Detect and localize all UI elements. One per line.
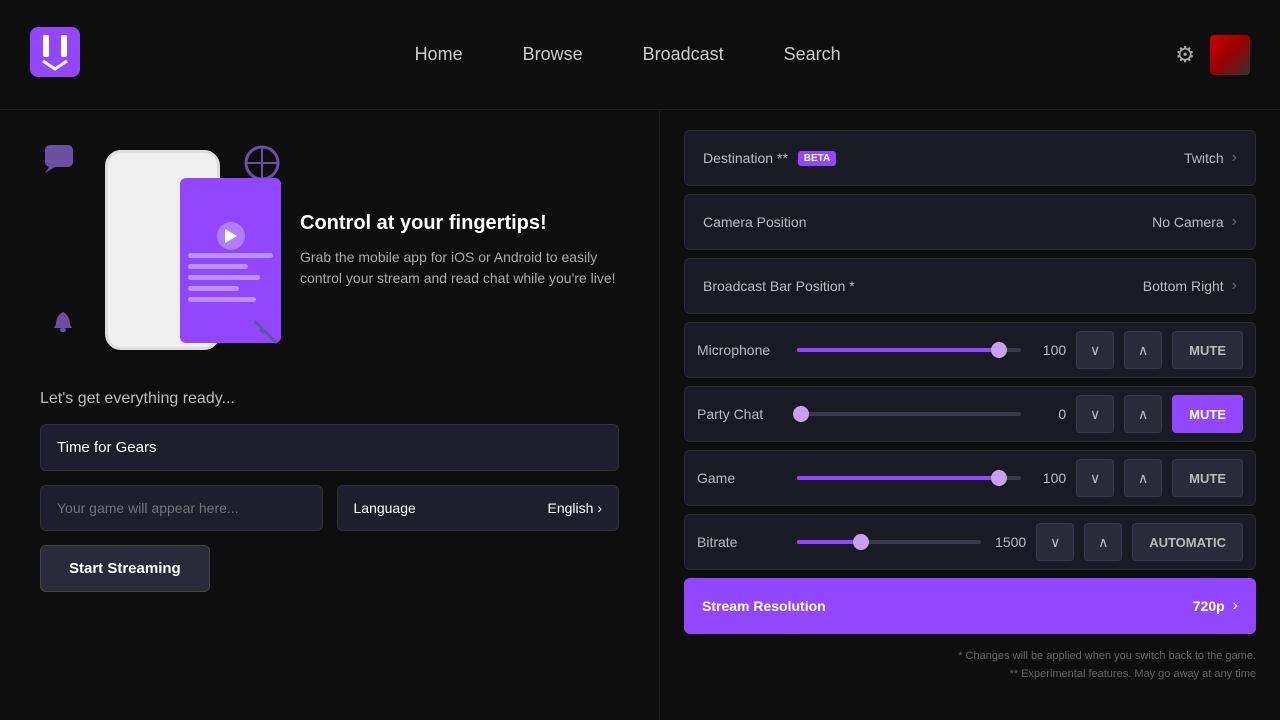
party-chat-mute-button[interactable]: MUTE	[1172, 395, 1243, 433]
header-actions: ⚙	[1175, 35, 1250, 75]
nav-broadcast[interactable]: Broadcast	[643, 44, 724, 65]
phone-illustration	[40, 140, 280, 360]
bottom-row: Language English ›	[40, 485, 619, 531]
nav-home[interactable]: Home	[415, 44, 463, 65]
nav-search[interactable]: Search	[784, 44, 841, 65]
game-value: 100	[1031, 470, 1066, 486]
microphone-label: Microphone	[697, 342, 787, 358]
game-input[interactable]	[40, 485, 323, 531]
party-chat-label: Party Chat	[697, 406, 787, 422]
logo[interactable]	[30, 27, 80, 82]
microphone-slider[interactable]	[797, 348, 1021, 352]
asterisk: *	[849, 278, 854, 294]
destination-label: Destination ** BETA	[703, 150, 1184, 167]
promo-section: Control at your fingertips! Grab the mob…	[40, 140, 619, 360]
broadcast-bar-label: Broadcast Bar Position *	[703, 278, 1143, 294]
bitrate-value: 1500	[991, 534, 1026, 550]
game-slider[interactable]	[797, 476, 1021, 480]
game-label: Game	[697, 470, 787, 486]
game-down-button[interactable]: ∨	[1076, 459, 1114, 497]
promo-description: Grab the mobile app for iOS or Android t…	[300, 247, 619, 289]
destination-row[interactable]: Destination ** BETA Twitch ›	[684, 130, 1256, 186]
beta-badge: BETA	[798, 151, 836, 166]
right-panel: Destination ** BETA Twitch › Camera Posi…	[660, 110, 1280, 720]
party-chat-slider[interactable]	[797, 412, 1021, 416]
chevron-up-icon: ∧	[1138, 342, 1148, 359]
party-chat-value: 0	[1031, 406, 1066, 422]
destination-value: Twitch	[1184, 150, 1224, 166]
broadcast-bar-position-row[interactable]: Broadcast Bar Position * Bottom Right ›	[684, 258, 1256, 314]
chevron-down-icon: ∨	[1090, 470, 1100, 487]
stream-title-input[interactable]	[40, 424, 619, 471]
language-select[interactable]: Language English ›	[337, 485, 620, 531]
party-chat-up-button[interactable]: ∧	[1124, 395, 1162, 433]
setup-heading: Let's get everything ready...	[40, 390, 619, 408]
header: Home Browse Broadcast Search ⚙	[0, 0, 1280, 110]
microphone-value: 100	[1031, 342, 1066, 358]
chevron-right-icon: ›	[1233, 597, 1238, 615]
setup-section: Let's get everything ready... Language E…	[40, 390, 619, 690]
game-up-button[interactable]: ∧	[1124, 459, 1162, 497]
game-mute-button[interactable]: MUTE	[1172, 459, 1243, 497]
left-panel: Control at your fingertips! Grab the mob…	[0, 110, 660, 720]
chevron-down-icon: ∨	[1090, 342, 1100, 359]
bitrate-auto-button[interactable]: AUTOMATIC	[1132, 523, 1243, 561]
game-row: Game 100 ∨ ∧ MUTE	[684, 450, 1256, 506]
camera-position-row[interactable]: Camera Position No Camera ›	[684, 194, 1256, 250]
language-label: Language	[354, 500, 416, 516]
bitrate-label: Bitrate	[697, 534, 787, 550]
microphone-mute-button[interactable]: MUTE	[1172, 331, 1243, 369]
promo-title: Control at your fingertips!	[300, 212, 619, 235]
gear-icon: ⚙	[1175, 42, 1195, 67]
microphone-up-button[interactable]: ∧	[1124, 331, 1162, 369]
party-chat-down-button[interactable]: ∨	[1076, 395, 1114, 433]
bell-icon	[50, 310, 76, 345]
promo-text: Control at your fingertips! Grab the mob…	[300, 212, 619, 289]
chevron-right-icon: ›	[1232, 277, 1237, 295]
chevron-up-icon: ∧	[1098, 534, 1108, 551]
chevron-down-icon: ∨	[1050, 534, 1060, 551]
stream-resolution-label: Stream Resolution	[702, 598, 1193, 614]
bitrate-down-button[interactable]: ∨	[1036, 523, 1074, 561]
camera-position-label: Camera Position	[703, 214, 1152, 230]
chevron-down-icon: ∨	[1090, 406, 1100, 423]
microphone-row: Microphone 100 ∨ ∧ MUTE	[684, 322, 1256, 378]
chevron-right-icon: ›	[1232, 149, 1237, 167]
broadcast-bar-value: Bottom Right	[1143, 278, 1224, 294]
footnote-line2: ** Experimental features. May go away at…	[684, 666, 1256, 684]
chevron-up-icon: ∧	[1138, 470, 1148, 487]
start-streaming-button[interactable]: Start Streaming	[40, 545, 210, 592]
avatar[interactable]	[1210, 35, 1250, 75]
microphone-down-button[interactable]: ∨	[1076, 331, 1114, 369]
chevron-right-icon: ›	[597, 500, 602, 516]
footnotes: * Changes will be applied when you switc…	[684, 642, 1256, 689]
settings-button[interactable]: ⚙	[1175, 42, 1195, 68]
footnote-line1: * Changes will be applied when you switc…	[684, 648, 1256, 666]
chevron-right-icon: ›	[1232, 213, 1237, 231]
main-nav: Home Browse Broadcast Search	[415, 44, 841, 65]
party-chat-row: Party Chat 0 ∨ ∧ MUTE	[684, 386, 1256, 442]
bitrate-slider[interactable]	[797, 540, 981, 544]
main-content: Control at your fingertips! Grab the mob…	[0, 110, 1280, 720]
language-value: English ›	[548, 500, 602, 516]
chat-icon	[45, 145, 77, 180]
stream-resolution-value: 720p	[1193, 598, 1225, 614]
nav-browse[interactable]: Browse	[523, 44, 583, 65]
stream-resolution-row[interactable]: Stream Resolution 720p ›	[684, 578, 1256, 634]
bitrate-row: Bitrate 1500 ∨ ∧ AUTOMATIC	[684, 514, 1256, 570]
camera-position-value: No Camera	[1152, 214, 1224, 230]
bitrate-up-button[interactable]: ∧	[1084, 523, 1122, 561]
destination-asterisks: **	[777, 150, 788, 166]
chevron-up-icon: ∧	[1138, 406, 1148, 423]
